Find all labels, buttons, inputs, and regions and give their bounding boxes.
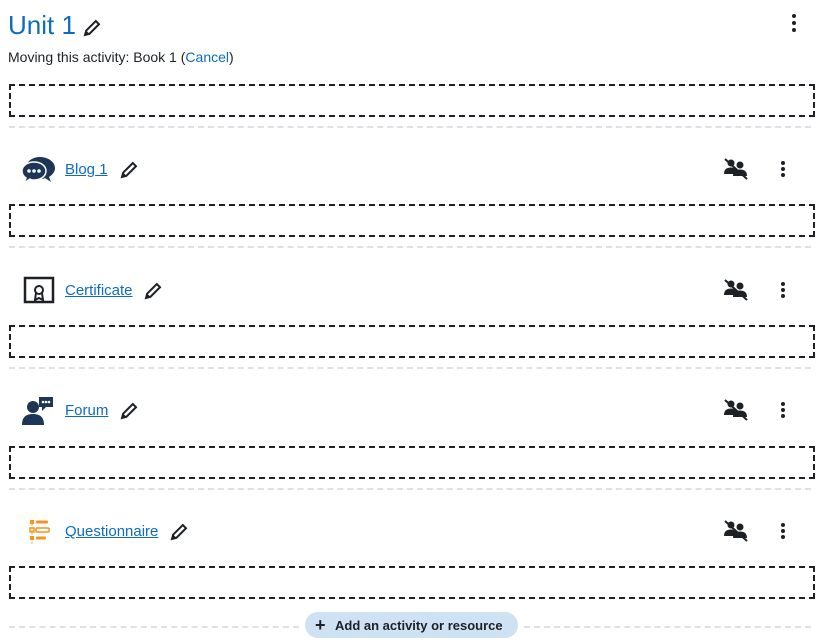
blog-icon	[22, 157, 55, 185]
pencil-icon[interactable]	[169, 522, 189, 542]
pencil-icon[interactable]	[119, 401, 139, 421]
move-drop-target[interactable]	[9, 204, 815, 237]
move-drop-target[interactable]	[9, 325, 815, 358]
kebab-menu-icon[interactable]	[776, 399, 790, 421]
add-divider-right	[524, 626, 811, 628]
forum-icon	[22, 397, 53, 425]
activity-questionnaire: Questionnaire	[8, 512, 816, 552]
questionnaire-icon	[29, 520, 50, 544]
section-header: Unit 1	[8, 8, 816, 48]
move-drop-target[interactable]	[9, 566, 815, 599]
paren-close: )	[229, 49, 234, 65]
group-mode-icon[interactable]	[724, 520, 748, 542]
kebab-menu-icon[interactable]	[776, 520, 790, 542]
move-drop-target[interactable]	[9, 446, 815, 479]
activity-name-link[interactable]: Questionnaire	[65, 523, 158, 541]
activity-divider	[9, 488, 811, 490]
kebab-menu-icon[interactable]	[776, 279, 790, 301]
section-title[interactable]: Unit 1	[8, 10, 76, 40]
plus-icon: +	[315, 615, 326, 635]
kebab-menu-icon[interactable]	[786, 12, 802, 34]
activity-name-link[interactable]: Forum	[65, 402, 108, 420]
cancel-move-link[interactable]: Cancel	[185, 49, 229, 65]
activity-forum: Forum	[8, 391, 816, 431]
pencil-icon[interactable]	[119, 160, 139, 180]
activity-blog: Blog 1	[8, 150, 816, 190]
group-mode-icon[interactable]	[724, 399, 748, 421]
activity-name-link[interactable]: Blog 1	[65, 161, 108, 179]
activity-divider	[9, 367, 811, 369]
activity-certificate: Certificate	[8, 271, 816, 311]
moving-text: Moving this activity: Book 1	[8, 49, 181, 65]
move-drop-target[interactable]	[9, 84, 815, 117]
certificate-icon	[23, 276, 55, 304]
activity-divider	[9, 126, 811, 128]
pencil-icon[interactable]	[143, 281, 163, 301]
kebab-menu-icon[interactable]	[776, 158, 790, 180]
add-activity-button[interactable]: + Add an activity or resource	[305, 612, 518, 638]
activity-divider	[9, 246, 811, 248]
add-divider-left	[9, 626, 299, 628]
group-mode-icon[interactable]	[724, 158, 748, 180]
pencil-icon[interactable]	[82, 18, 102, 38]
add-activity-label: Add an activity or resource	[335, 618, 503, 633]
activity-name-link[interactable]: Certificate	[65, 282, 133, 300]
moving-status: Moving this activity: Book 1 (Cancel)	[8, 48, 234, 66]
group-mode-icon[interactable]	[724, 279, 748, 301]
